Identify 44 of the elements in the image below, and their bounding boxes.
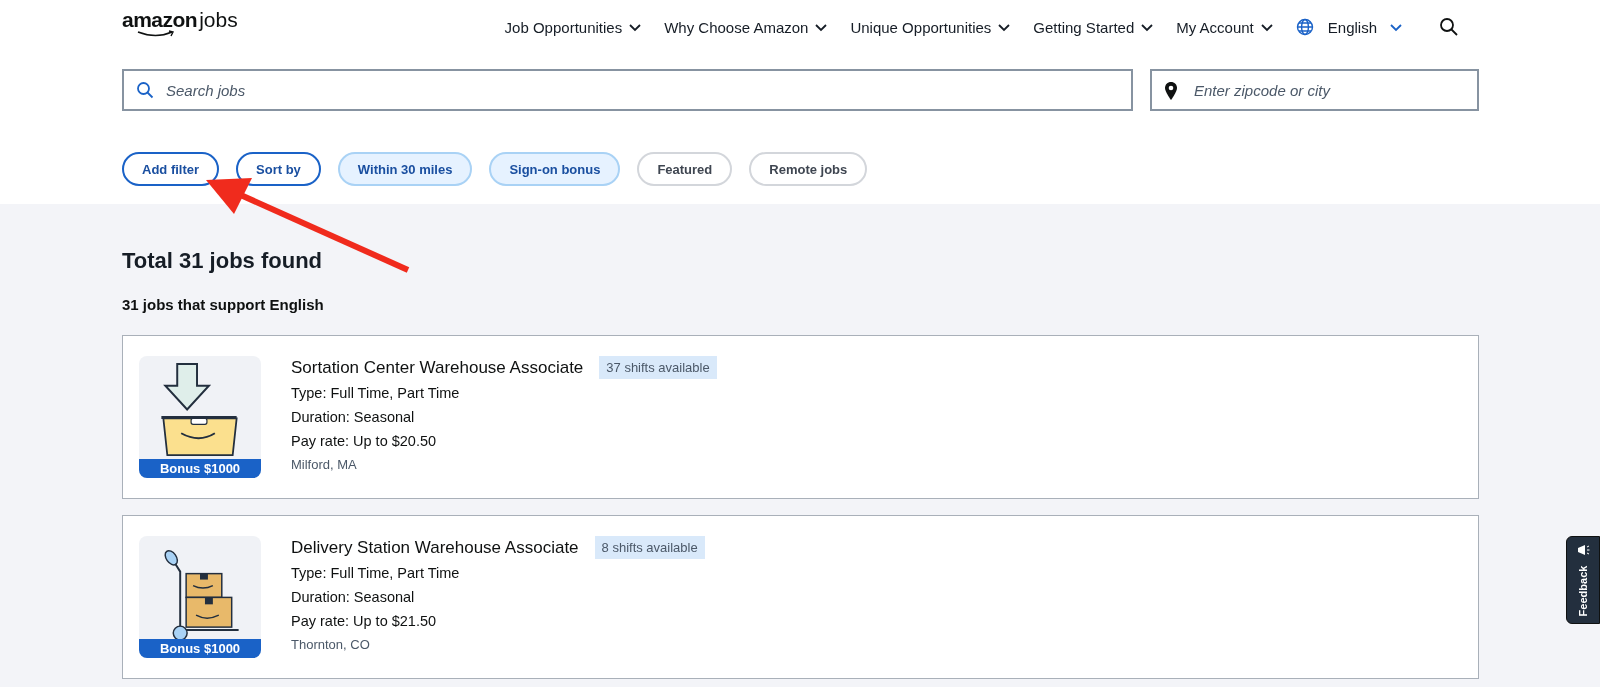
search-field[interactable]: Search jobs bbox=[122, 69, 1133, 111]
location-field[interactable]: Enter zipcode or city bbox=[1150, 69, 1479, 111]
feedback-button[interactable]: Feedback bbox=[1566, 536, 1600, 624]
job-pay: Pay rate: Up to $21.50 bbox=[291, 613, 438, 629]
chevron-down-icon bbox=[997, 21, 1012, 33]
job-type: Type: Full Time, Part Time bbox=[291, 385, 461, 401]
job-duration: Duration: Seasonal bbox=[291, 409, 416, 425]
filter-chip[interactable]: Sign-on bonus bbox=[489, 152, 621, 186]
results-subheading: 31 jobs that support English bbox=[122, 296, 325, 313]
job-duration: Duration: Seasonal bbox=[291, 589, 416, 605]
chevron-down-icon bbox=[628, 21, 643, 33]
nav-menu-item[interactable]: Why Choose Amazon bbox=[664, 18, 829, 36]
job-pay: Pay rate: Up to $20.50 bbox=[291, 433, 438, 449]
filter-chip[interactable]: Featured bbox=[637, 152, 733, 186]
results-heading: Total 31 jobs found bbox=[122, 248, 324, 274]
filter-chip[interactable]: Within 30 miles bbox=[337, 152, 473, 186]
nav-menu-item[interactable]: Job Opportunities bbox=[504, 18, 643, 36]
chevron-down-icon bbox=[1140, 21, 1155, 33]
bonus-label: Bonus $1000 bbox=[139, 639, 261, 658]
nav-menu-item[interactable]: Getting Started bbox=[1033, 18, 1155, 36]
shifts-badge: 37 shifts available bbox=[599, 356, 717, 379]
job-title[interactable]: Sortation Center Warehouse Associate bbox=[291, 357, 584, 378]
add-filter-button[interactable]: Add filter bbox=[122, 152, 220, 186]
sort-button[interactable]: Sort by bbox=[236, 152, 321, 186]
megaphone-icon bbox=[1576, 543, 1590, 557]
smile-icon bbox=[136, 30, 176, 38]
job-location: Milford, MA bbox=[291, 457, 358, 472]
job-type: Type: Full Time, Part Time bbox=[291, 565, 461, 581]
chevron-down-icon bbox=[1389, 21, 1403, 33]
nav-menu-item[interactable]: Unique Opportunities bbox=[850, 18, 1012, 36]
language-selector[interactable]: English bbox=[1327, 18, 1403, 36]
job-card[interactable]: Bonus $1000 Sortation Center Warehouse Associate 37 shifts available Type: Full Time, Part Time Duration: Seasonal Pay rate: Up to $20.50 Milford, MA bbox=[122, 335, 1479, 499]
nav-menu-item[interactable]: My Account bbox=[1176, 18, 1274, 36]
chevron-down-icon bbox=[814, 21, 829, 33]
bonus-label: Bonus $1000 bbox=[139, 459, 261, 478]
job-location: Thornton, CO bbox=[291, 637, 371, 652]
job-card[interactable]: Bonus $1000 Delivery Station Warehouse Associate 8 shifts available Type: Full Time, Part Time Duration: Seasonal Pay rate: Up to $21.50 Thornton, CO bbox=[122, 515, 1479, 679]
globe-icon bbox=[1295, 18, 1314, 36]
chevron-down-icon bbox=[1259, 21, 1274, 33]
shifts-badge: 8 shifts available bbox=[594, 536, 705, 559]
filter-chip[interactable]: Remote jobs bbox=[749, 152, 868, 186]
job-title[interactable]: Delivery Station Warehouse Associate bbox=[291, 537, 579, 558]
search-button[interactable] bbox=[1439, 17, 1459, 37]
logo[interactable]: amazonjobs bbox=[122, 8, 238, 38]
